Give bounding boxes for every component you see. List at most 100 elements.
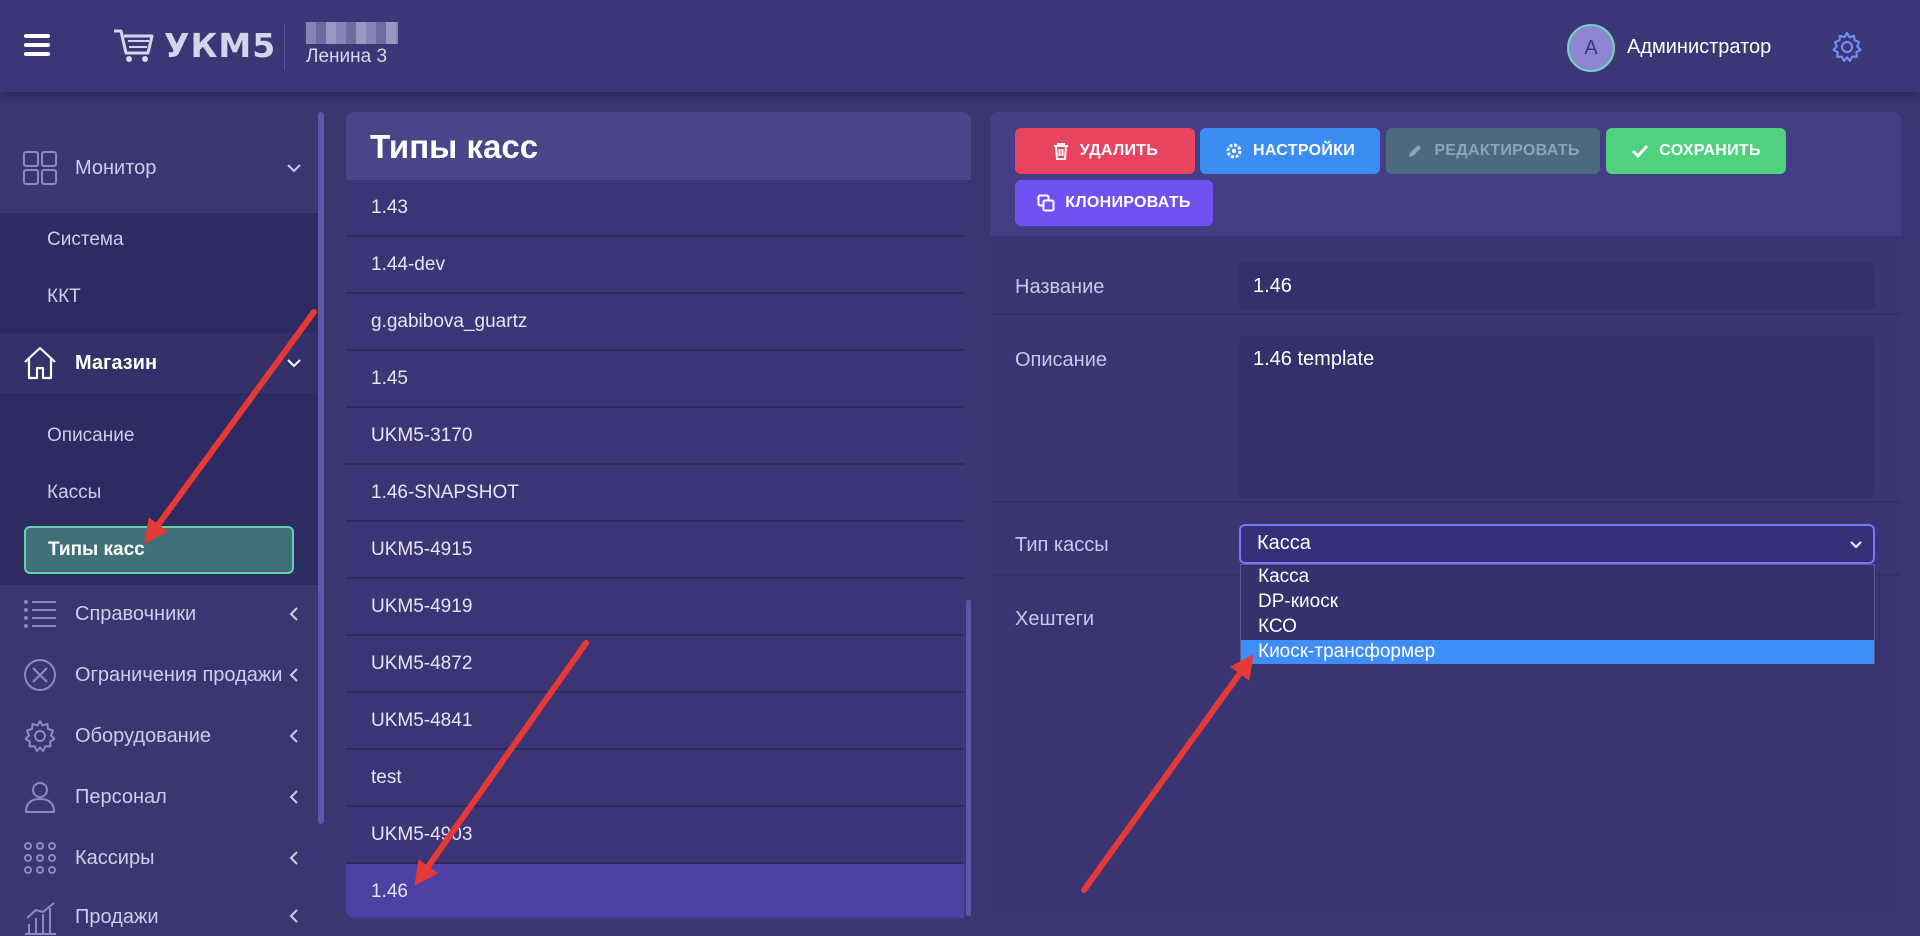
save-button[interactable]: СОХРАНИТЬ: [1606, 128, 1786, 174]
list-item[interactable]: 1.43: [346, 180, 964, 237]
chevron-down-icon: [1850, 541, 1862, 549]
sidebar-item-sale-restrictions[interactable]: Ограничения продажи: [0, 646, 318, 704]
sidebar-subitem-kkt[interactable]: ККТ: [47, 286, 81, 308]
chevron-down-icon: [287, 164, 301, 173]
copy-icon: [1037, 194, 1055, 212]
store-submenu: Описание Кассы Типы касс: [0, 393, 318, 585]
row-divider: [990, 501, 1901, 503]
sidebar-item-sales[interactable]: Продажи: [0, 890, 318, 936]
chevron-left-icon: [289, 607, 298, 621]
sidebar-item-label: Персонал: [75, 785, 167, 808]
list-item[interactable]: UKM5-3170: [346, 408, 964, 465]
chevron-left-icon: [289, 668, 298, 682]
chevron-left-icon: [289, 729, 298, 743]
header-divider: [284, 24, 285, 70]
name-label: Название: [1015, 276, 1105, 298]
sidebar-item-monitor[interactable]: Монитор: [0, 139, 318, 197]
dropdown-option[interactable]: Касса: [1241, 565, 1874, 589]
list-item[interactable]: test: [346, 750, 964, 807]
list-item-selected[interactable]: 1.46: [346, 864, 964, 918]
sidebar-item-label: Монитор: [75, 156, 157, 179]
list-item[interactable]: 1.46-SNAPSHOT: [346, 465, 964, 522]
settings-button[interactable]: НАСТРОЙКИ: [1200, 128, 1380, 174]
store-name[interactable]: Ленина 3: [306, 46, 387, 68]
register-type-dropdown: Касса DP-киоск КСО Киоск-трансформер: [1240, 564, 1875, 664]
register-type-selected-value: Касса: [1257, 532, 1311, 554]
edit-button[interactable]: РЕДАКТИРОВАТЬ: [1386, 128, 1600, 174]
sidebar-item-label: Ограничения продажи: [75, 663, 283, 686]
check-icon: [1632, 144, 1649, 159]
sidebar-item-label: Справочники: [75, 602, 197, 625]
store-code-blurred: [306, 22, 398, 44]
name-field[interactable]: 1.46: [1239, 262, 1875, 310]
save-button-label: СОХРАНИТЬ: [1659, 142, 1761, 159]
sidebar-item-label: Оборудование: [75, 724, 212, 747]
edit-button-label: РЕДАКТИРОВАТЬ: [1434, 142, 1580, 159]
sidebar-item-label: Продажи: [75, 906, 159, 928]
row-divider: [990, 313, 1901, 315]
sidebar-item-label: Магазин: [75, 351, 158, 374]
sidebar-subitem-description[interactable]: Описание: [47, 425, 134, 447]
list-item[interactable]: 1.44-dev: [346, 237, 964, 294]
cancel-circle-icon: [24, 659, 56, 691]
logo[interactable]: УКМ5: [112, 26, 276, 65]
clone-button[interactable]: КЛОНИРОВАТЬ: [1015, 180, 1213, 226]
settings-gear-icon[interactable]: [1830, 30, 1864, 64]
dropdown-option[interactable]: КСО: [1241, 615, 1874, 639]
sidebar-subitem-system[interactable]: Система: [47, 229, 124, 251]
page-title: Типы касс: [346, 112, 971, 180]
gear-icon: [24, 720, 56, 752]
list-item[interactable]: g.gabibova_guartz: [346, 294, 964, 351]
list-icon: [24, 600, 56, 628]
avatar[interactable]: А: [1567, 24, 1615, 72]
register-type-select[interactable]: Касса: [1239, 524, 1875, 564]
clone-button-label: КЛОНИРОВАТЬ: [1065, 194, 1191, 211]
list-item[interactable]: UKM5-4903: [346, 807, 964, 864]
dropdown-option-highlighted[interactable]: Киоск-трансформер: [1241, 640, 1874, 664]
list-item[interactable]: UKM5-4872: [346, 636, 964, 693]
sidebar-item-personnel[interactable]: Персонал: [0, 768, 318, 826]
list-item[interactable]: UKM5-4915: [346, 522, 964, 579]
chevron-left-icon: [289, 851, 298, 865]
description-label: Описание: [1015, 349, 1108, 371]
list-scrollbar[interactable]: [966, 600, 971, 916]
monitor-submenu: Система ККТ: [0, 213, 318, 333]
chevron-down-icon: [287, 359, 301, 368]
list-item[interactable]: 1.45: [346, 351, 964, 408]
chevron-left-icon: [289, 790, 298, 804]
grid-dots-icon: [24, 842, 56, 874]
sidebar-item-directories[interactable]: Справочники: [0, 585, 318, 643]
register-types-list-panel: Типы касс 1.43 1.44-dev g.gabibova_guart…: [346, 112, 971, 918]
sidebar-item-equipment[interactable]: Оборудование: [0, 707, 318, 765]
register-type-label: Тип кассы: [1015, 534, 1109, 556]
toolbar: УДАЛИТЬ НАСТРОЙКИ РЕДАКТИРОВАТЬ СОХРАНИТ…: [990, 112, 1901, 236]
sidebar-subitem-register-types[interactable]: Типы касс: [24, 526, 294, 574]
logo-text: УКМ5: [164, 26, 277, 65]
gear-icon: [1226, 143, 1242, 159]
hashtags-label: Хештеги: [1015, 608, 1095, 630]
delete-button-label: УДАЛИТЬ: [1079, 142, 1159, 159]
delete-button[interactable]: УДАЛИТЬ: [1015, 128, 1195, 174]
user-name[interactable]: Администратор: [1627, 36, 1771, 59]
sidebar-subitem-registers[interactable]: Кассы: [47, 482, 101, 504]
person-icon: [25, 782, 55, 813]
menu-toggle-icon[interactable]: [24, 34, 50, 56]
cart-icon: [114, 29, 154, 62]
trash-icon: [1053, 143, 1068, 160]
sidebar-item-store[interactable]: Магазин: [0, 333, 318, 393]
dropdown-option[interactable]: DP-киоск: [1241, 590, 1874, 614]
top-header: УКМ5 Ленина 3 А Администратор: [0, 0, 1920, 92]
chevron-left-icon: [289, 909, 298, 923]
pencil-icon: [1409, 145, 1422, 157]
dashboard-icon: [23, 151, 57, 185]
register-type-detail-panel: УДАЛИТЬ НАСТРОЙКИ РЕДАКТИРОВАТЬ СОХРАНИТ…: [990, 112, 1901, 918]
sidebar-item-label: Кассиры: [75, 846, 155, 869]
list-item[interactable]: UKM5-4919: [346, 579, 964, 636]
settings-button-label: НАСТРОЙКИ: [1252, 142, 1355, 159]
sidebar-item-cashiers[interactable]: Кассиры: [0, 829, 318, 887]
bar-chart-icon: [25, 902, 56, 935]
home-icon: [24, 346, 56, 380]
list-item[interactable]: UKM5-4841: [346, 693, 964, 750]
sidebar-scrollbar[interactable]: [318, 112, 324, 824]
description-field[interactable]: 1.46 template: [1239, 336, 1875, 498]
